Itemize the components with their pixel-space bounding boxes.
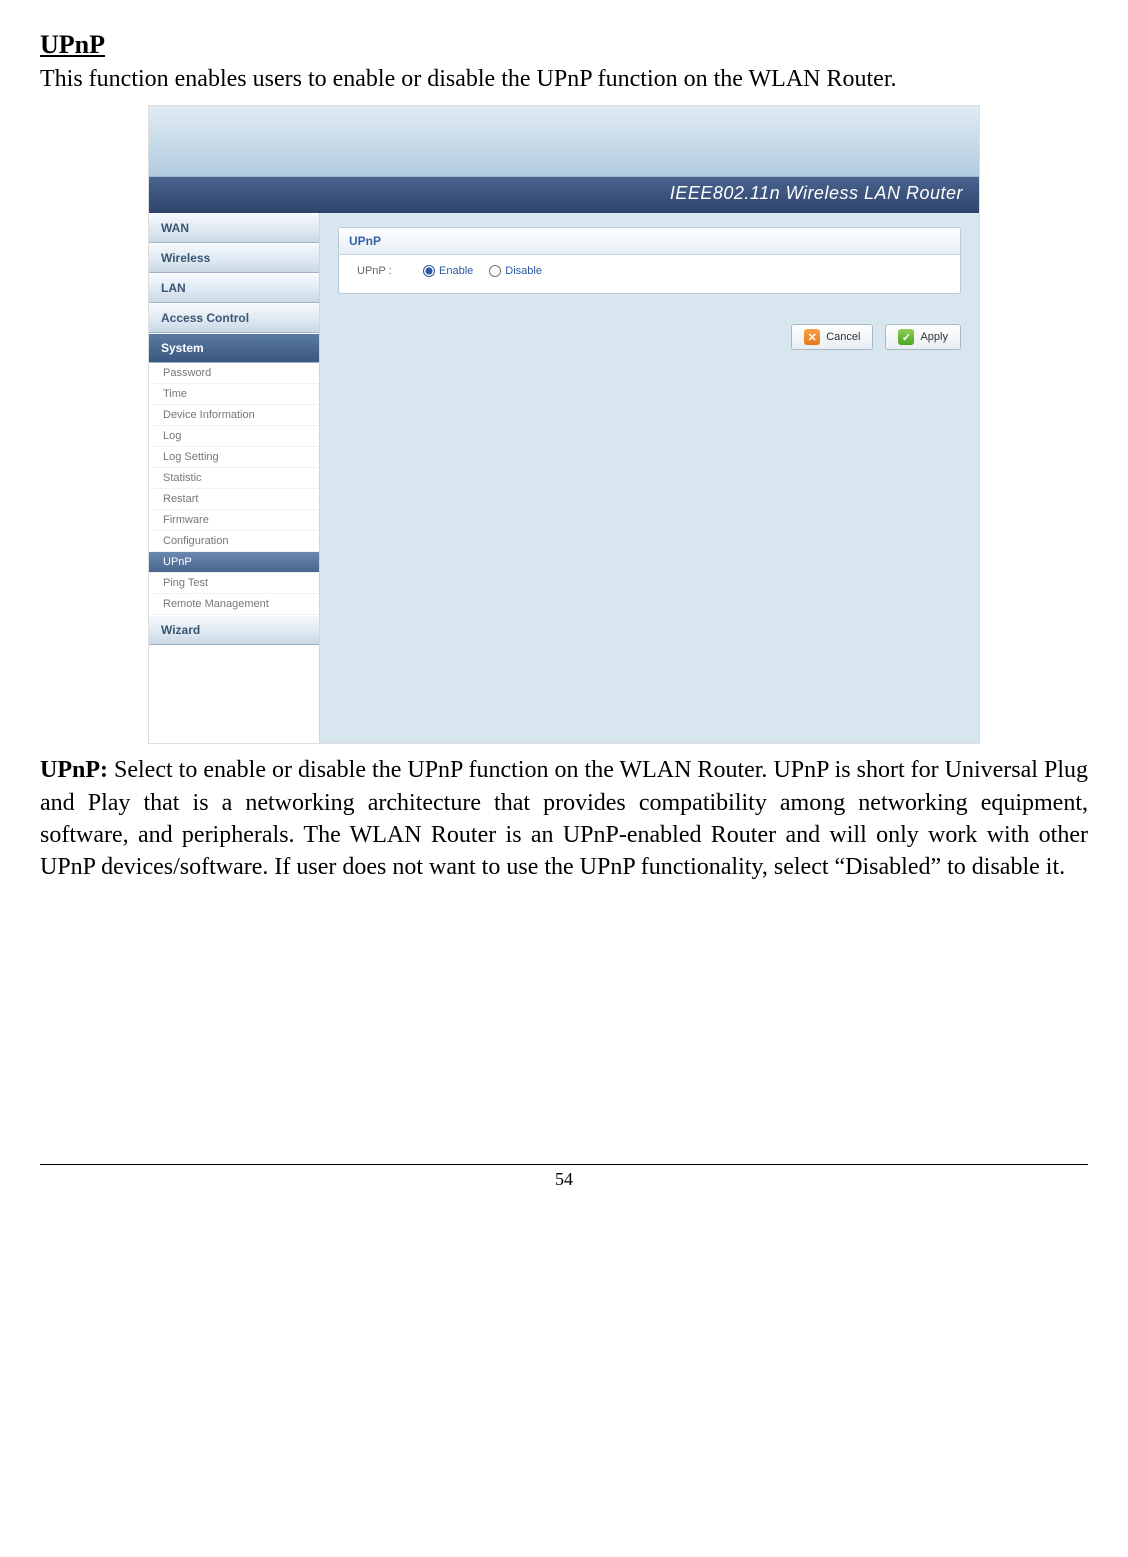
sidebar-item-restart[interactable]: Restart bbox=[149, 489, 319, 510]
intro-text: This function enables users to enable or… bbox=[40, 64, 1088, 95]
sidebar-item-password[interactable]: Password bbox=[149, 363, 319, 384]
upnp-field-label: UPnP : bbox=[357, 265, 407, 277]
cancel-icon: ✕ bbox=[804, 329, 820, 345]
upnp-disable-radio[interactable] bbox=[489, 265, 501, 277]
sidebar-item-device-information[interactable]: Device Information bbox=[149, 405, 319, 426]
router-screenshot: IEEE802.11n Wireless LAN Router WAN Wire… bbox=[148, 105, 980, 744]
top-ribbon bbox=[149, 106, 979, 177]
upnp-enable-label: Enable bbox=[439, 265, 473, 277]
sidebar-item-remote-management[interactable]: Remote Management bbox=[149, 594, 319, 615]
upnp-panel: UPnP UPnP : Enable Disable bbox=[338, 227, 961, 294]
sidebar-group-wireless[interactable]: Wireless bbox=[149, 243, 319, 273]
content-area: UPnP UPnP : Enable Disable bbox=[320, 213, 979, 743]
cancel-button[interactable]: ✕ Cancel bbox=[791, 324, 873, 350]
sidebar-item-firmware[interactable]: Firmware bbox=[149, 510, 319, 531]
apply-button[interactable]: ✓ Apply bbox=[885, 324, 961, 350]
sidebar-item-log[interactable]: Log bbox=[149, 426, 319, 447]
section-title: UPnP bbox=[40, 30, 1088, 60]
sidebar: WAN Wireless LAN Access Control System P… bbox=[149, 213, 320, 743]
apply-icon: ✓ bbox=[898, 329, 914, 345]
page-footer: 54 bbox=[40, 1164, 1088, 1190]
apply-button-label: Apply bbox=[920, 331, 948, 343]
sidebar-item-log-setting[interactable]: Log Setting bbox=[149, 447, 319, 468]
upnp-disable-option[interactable]: Disable bbox=[489, 265, 542, 277]
description-body: Select to enable or disable the UPnP fun… bbox=[40, 757, 1088, 880]
sidebar-group-system[interactable]: System bbox=[149, 333, 319, 363]
upnp-enable-option[interactable]: Enable bbox=[423, 265, 473, 277]
sidebar-item-statistic[interactable]: Statistic bbox=[149, 468, 319, 489]
panel-title: UPnP bbox=[339, 228, 960, 255]
sidebar-group-wan[interactable]: WAN bbox=[149, 213, 319, 243]
sidebar-item-time[interactable]: Time bbox=[149, 384, 319, 405]
sidebar-group-wizard[interactable]: Wizard bbox=[149, 615, 319, 645]
sidebar-item-upnp[interactable]: UPnP bbox=[149, 552, 319, 573]
sidebar-group-lan[interactable]: LAN bbox=[149, 273, 319, 303]
upnp-disable-label: Disable bbox=[505, 265, 542, 277]
product-band: IEEE802.11n Wireless LAN Router bbox=[149, 177, 979, 213]
sidebar-group-access-control[interactable]: Access Control bbox=[149, 303, 319, 333]
upnp-enable-radio[interactable] bbox=[423, 265, 435, 277]
cancel-button-label: Cancel bbox=[826, 331, 860, 343]
button-row: ✕ Cancel ✓ Apply bbox=[338, 324, 961, 350]
description-lead: UPnP: bbox=[40, 757, 108, 783]
upnp-field-row: UPnP : Enable Disable bbox=[357, 265, 942, 277]
description-paragraph: UPnP: Select to enable or disable the UP… bbox=[40, 754, 1088, 884]
sidebar-item-configuration[interactable]: Configuration bbox=[149, 531, 319, 552]
page-number: 54 bbox=[555, 1169, 573, 1189]
sidebar-item-ping-test[interactable]: Ping Test bbox=[149, 573, 319, 594]
